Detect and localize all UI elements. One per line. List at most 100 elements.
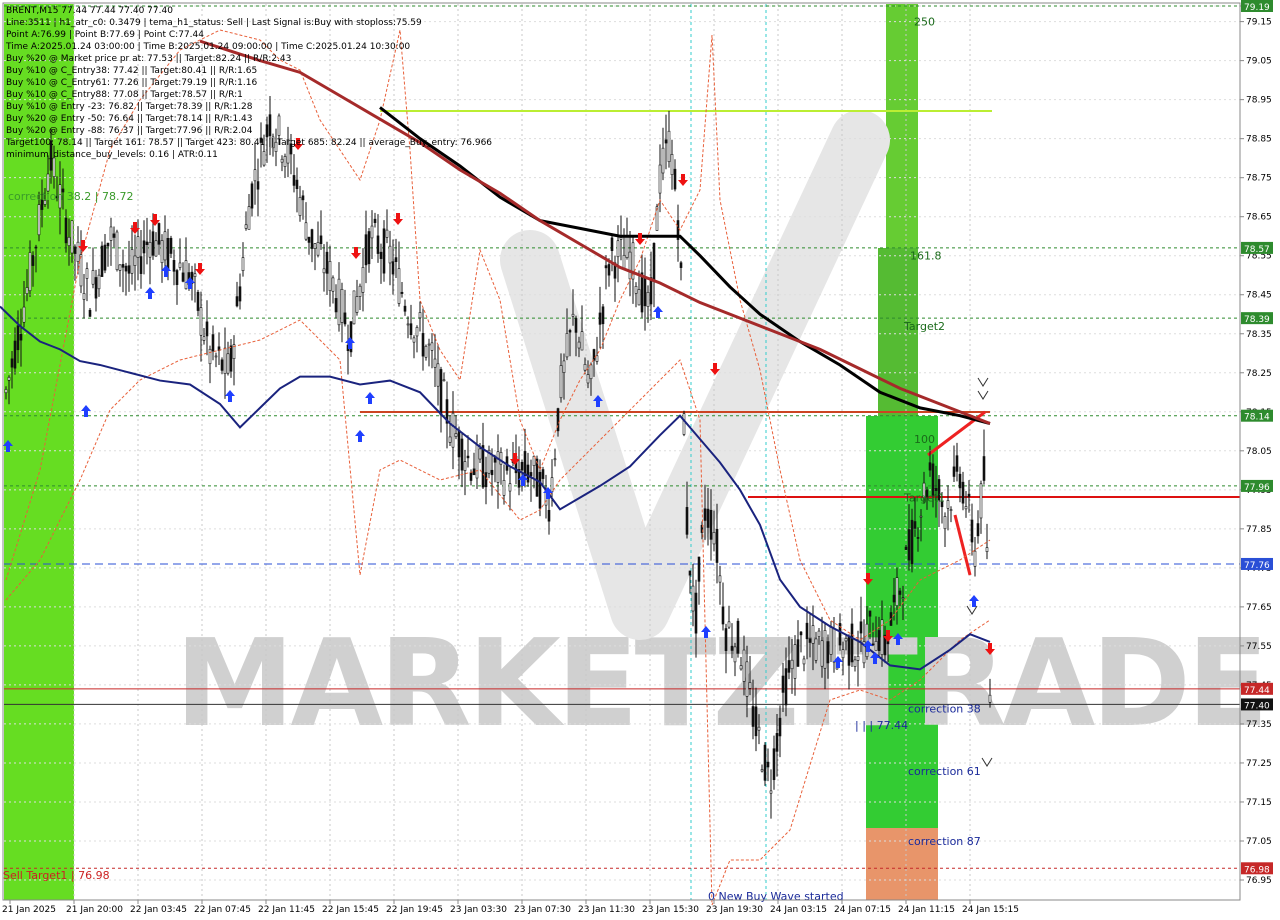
candle-body xyxy=(163,231,167,261)
candle-body xyxy=(178,262,182,268)
candle-body xyxy=(361,267,365,293)
info-line: Time A:2025.01.24 03:00:00 | Time B:2025… xyxy=(5,42,410,52)
candle-body xyxy=(277,115,281,136)
candle-body xyxy=(421,333,425,357)
candle-body xyxy=(907,529,911,561)
candle-body xyxy=(688,570,692,576)
price-box-label: 78.14 xyxy=(1244,413,1270,423)
candle-body xyxy=(343,312,347,325)
candle-body xyxy=(355,296,359,313)
candle-body xyxy=(976,523,980,537)
candle-body xyxy=(973,550,977,567)
candle-body xyxy=(31,255,35,266)
y-tick-label: 78.75 xyxy=(1246,174,1272,184)
candle-body xyxy=(928,462,932,471)
candle-body xyxy=(367,231,371,265)
candle-body xyxy=(199,307,203,336)
candle-body xyxy=(718,575,722,583)
candle-body xyxy=(736,620,740,654)
candle-body xyxy=(82,293,86,300)
candle-body xyxy=(604,265,608,269)
candle-body xyxy=(769,790,773,794)
candle-body xyxy=(535,458,539,497)
candle-body xyxy=(247,206,251,230)
candle-body xyxy=(226,353,230,374)
candle-body xyxy=(439,369,443,416)
candle-body xyxy=(844,638,848,642)
info-line: Buy %10 @ C_Entry38: 77.42 || Target:80.… xyxy=(6,66,257,76)
candle-body xyxy=(256,181,260,190)
candle-body xyxy=(319,235,323,244)
candle-body xyxy=(547,509,551,522)
candle-body xyxy=(895,577,899,606)
candle-body xyxy=(553,458,557,461)
candle-body xyxy=(472,468,476,476)
candle-body xyxy=(673,168,677,190)
candle-body xyxy=(571,313,575,317)
y-tick-label: 78.05 xyxy=(1246,447,1272,457)
candle-body xyxy=(316,242,320,256)
candle-body xyxy=(139,256,143,274)
candle-body xyxy=(982,456,986,481)
candle-body xyxy=(946,500,950,509)
candle-body xyxy=(100,245,104,277)
candle-body xyxy=(853,659,857,667)
candle-body xyxy=(157,223,161,245)
zone-label: 250 xyxy=(914,16,935,29)
candle-body xyxy=(19,333,23,341)
chart-title: BRENT,M15 77.44 77.44 77.40 77.40 xyxy=(6,6,173,16)
candle-body xyxy=(964,506,968,510)
candle-body xyxy=(124,265,128,272)
candle-body xyxy=(877,630,881,651)
candle-body xyxy=(154,240,158,257)
price-chart[interactable]: MARKETZITRADE BRENT,M15 77.44 77.44 77.4… xyxy=(0,0,1280,920)
info-line: Buy %10 @ Entry -23: 76.82 || Target:78.… xyxy=(6,102,253,112)
candle-body xyxy=(292,175,296,186)
candle-body xyxy=(808,638,812,643)
candle-body xyxy=(706,508,710,528)
candle-body xyxy=(610,237,614,251)
info-line: Buy %20 @ Entry -88: 76.37 || Target:77.… xyxy=(6,126,253,136)
candle-body xyxy=(358,285,362,297)
annotation-label: correction 38.2 | 78.72 xyxy=(8,190,133,203)
candle-body xyxy=(841,649,845,659)
candle-body xyxy=(715,528,719,563)
candle-body xyxy=(871,643,875,646)
candle-body xyxy=(496,451,500,483)
candle-body xyxy=(460,438,464,471)
candle-body xyxy=(121,264,125,268)
candle-body xyxy=(721,606,725,625)
candle-body xyxy=(13,340,17,369)
candle-body xyxy=(634,285,638,294)
y-tick-label: 77.05 xyxy=(1246,837,1272,847)
candle-body xyxy=(70,220,74,254)
price-box-label: 78.39 xyxy=(1244,315,1270,325)
candle-body xyxy=(679,262,683,268)
candle-body xyxy=(88,309,92,317)
candle-body xyxy=(643,276,647,307)
candle-body xyxy=(814,638,818,661)
candle-body xyxy=(91,270,95,285)
candle-body xyxy=(463,461,467,471)
candle-body xyxy=(586,374,590,384)
annotation-label: 0 New Buy Wave started xyxy=(708,890,844,903)
candle-body xyxy=(340,289,344,323)
candle-body xyxy=(901,597,905,599)
candle-body xyxy=(385,229,389,238)
target-zone-250 xyxy=(886,4,918,252)
y-tick-label: 78.65 xyxy=(1246,213,1272,223)
candle-body xyxy=(703,508,707,521)
candle-body xyxy=(106,242,110,247)
candle-body xyxy=(406,323,410,326)
zone-label: correction 38 xyxy=(908,702,981,715)
candle-body xyxy=(529,472,533,477)
x-tick-label: 24 Jan 15:15 xyxy=(962,905,1019,915)
price-box-label: 77.76 xyxy=(1244,561,1270,571)
candle-body xyxy=(298,197,302,216)
candle-body xyxy=(64,217,68,244)
candle-body xyxy=(667,130,671,163)
candle-body xyxy=(589,364,593,380)
candle-body xyxy=(235,296,239,307)
candle-body xyxy=(592,349,596,361)
x-tick-label: 22 Jan 15:45 xyxy=(322,905,379,915)
